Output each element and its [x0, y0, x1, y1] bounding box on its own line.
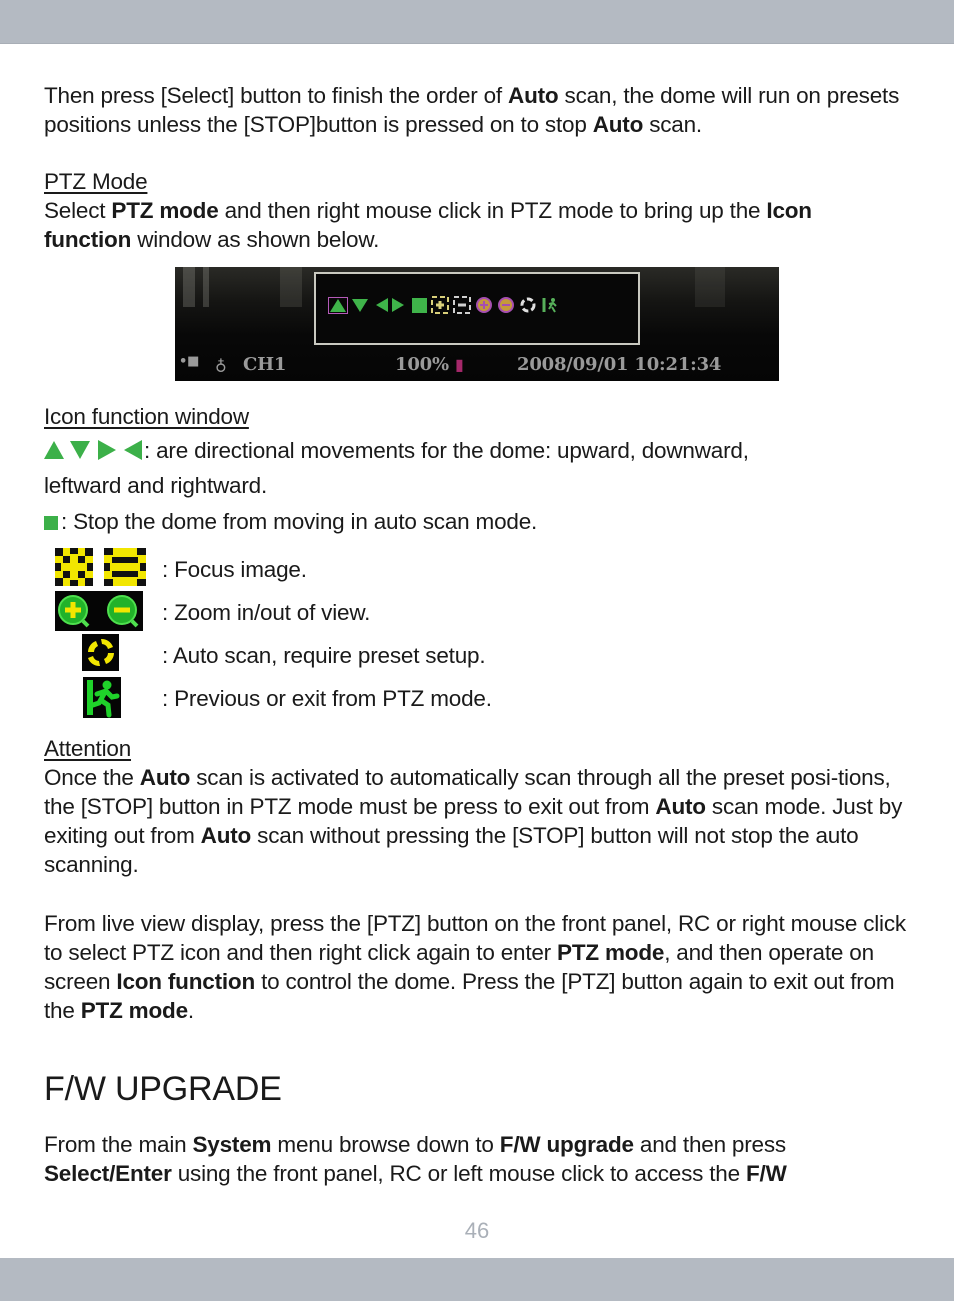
bold-text: System [192, 1132, 272, 1157]
background-streak [183, 267, 195, 307]
text: using the front panel, RC or left mouse … [171, 1161, 746, 1186]
icon-function-screenshot: •■ ♁ CH1 100% ▮ 2008/09/01 10:21:34 [175, 267, 779, 381]
channel-label: CH1 [243, 354, 287, 375]
page-content: Then press [Select] button to finish the… [44, 81, 914, 1188]
camera-icon: ♁ [215, 355, 227, 374]
text: From the main [44, 1132, 193, 1157]
directional-row: : are directional movements for the dome… [44, 433, 914, 467]
live-view-paragraph: From live view display, press the [PTZ] … [44, 909, 910, 1025]
stop-icon [44, 516, 58, 530]
bold-text: Auto [508, 83, 559, 108]
zoom-row: : Zoom in/out of view. [44, 591, 914, 634]
exit-row: : Previous or exit from PTZ mode. [44, 677, 914, 720]
osd-status-bar: •■ ♁ CH1 100% ▮ 2008/09/01 10:21:34 [175, 354, 779, 379]
ptz-mode-heading: PTZ Mode [44, 169, 148, 194]
bold-text: Select/Enter [44, 1161, 172, 1186]
footer-band [0, 1258, 954, 1301]
zoom-description: : Zoom in/out of view. [162, 600, 371, 625]
osd-icon-bar [328, 296, 559, 314]
focus-description: : Focus image. [162, 557, 307, 582]
fw-upgrade-heading: F/W UPGRADE [44, 1070, 282, 1108]
bold-text: F/W upgrade [499, 1132, 634, 1157]
ptz-mode-paragraph: Select PTZ mode and then right mouse cli… [44, 196, 904, 254]
up-arrow-icon[interactable] [328, 296, 348, 314]
down-arrow-icon [70, 441, 90, 459]
icon-function-panel [314, 272, 640, 345]
auto-scan-paragraph: Then press [Select] button to finish the… [44, 81, 904, 139]
left-arrow-icon[interactable] [376, 298, 388, 312]
directional-description-cont: leftward and rightward. [44, 473, 268, 498]
background-streak [203, 267, 209, 307]
text: and then press [633, 1132, 786, 1157]
text: Select [44, 198, 112, 223]
text: scan. [643, 112, 702, 137]
bold-text: PTZ mode [557, 940, 665, 965]
direction-arrows [44, 440, 142, 460]
exit-description: : Previous or exit from PTZ mode. [162, 686, 492, 711]
auto-scan-icon[interactable] [519, 296, 537, 314]
focus-in-icon[interactable] [431, 296, 449, 314]
focus-out-icon[interactable] [453, 296, 471, 314]
zoom-level: 100% [395, 354, 449, 375]
header-band [0, 0, 954, 44]
auto-scan-row: : Auto scan, require preset setup. [44, 634, 914, 677]
stop-description: : Stop the dome from moving in auto scan… [61, 509, 538, 534]
text: menu browse down to [271, 1132, 500, 1157]
focus-row: : Focus image. [44, 548, 914, 591]
page-number: 46 [464, 1218, 490, 1243]
background-streak [280, 267, 302, 307]
auto-scan-description: : Auto scan, require preset setup. [162, 643, 486, 668]
up-arrow-icon [44, 441, 64, 459]
attention-heading: Attention [44, 736, 132, 761]
zoom-out-icon[interactable] [497, 296, 515, 314]
fw-upgrade-paragraph: From the main System menu browse down to… [44, 1130, 874, 1188]
bold-text: F/W [745, 1161, 787, 1186]
record-indicator-icon: •■ [179, 354, 200, 369]
auto-scan-icon [82, 634, 119, 671]
text: and then right mouse click in PTZ mode t… [218, 198, 767, 223]
zoom-icons [55, 591, 143, 631]
bold-text: Auto [200, 823, 252, 848]
focus-out-icon [104, 548, 146, 586]
down-arrow-icon[interactable] [352, 298, 368, 312]
stop-row: : Stop the dome from moving in auto scan… [44, 507, 914, 536]
background-streak [695, 267, 725, 307]
mic-icon: ▮ [455, 355, 464, 374]
attention-paragraph: Once the Auto scan is activated to autom… [44, 763, 916, 879]
bold-text: Auto [592, 112, 644, 137]
icon-function-heading: Icon function window [44, 404, 249, 429]
text: Once the [44, 765, 140, 790]
stop-icon[interactable] [412, 297, 427, 313]
zoom-in-icon[interactable] [475, 296, 493, 314]
text: Then press [Select] button to finish the… [44, 83, 509, 108]
right-arrow-icon[interactable] [392, 298, 404, 312]
bold-text: Auto [139, 765, 191, 790]
bold-text: Icon function [116, 969, 256, 994]
osd-datetime: 2008/09/01 10:21:34 [517, 354, 722, 375]
bold-text: PTZ mode [111, 198, 219, 223]
bold-text: PTZ mode [80, 998, 188, 1023]
text: window as shown below. [131, 227, 380, 252]
directional-description: : are directional movements for the dome… [144, 437, 749, 463]
text: . [187, 998, 194, 1023]
focus-in-icon [55, 548, 93, 586]
left-arrow-icon [124, 440, 142, 460]
exit-icon [83, 677, 121, 718]
right-arrow-icon [98, 440, 116, 460]
bold-text: Auto [655, 794, 706, 819]
exit-icon[interactable] [541, 296, 559, 314]
